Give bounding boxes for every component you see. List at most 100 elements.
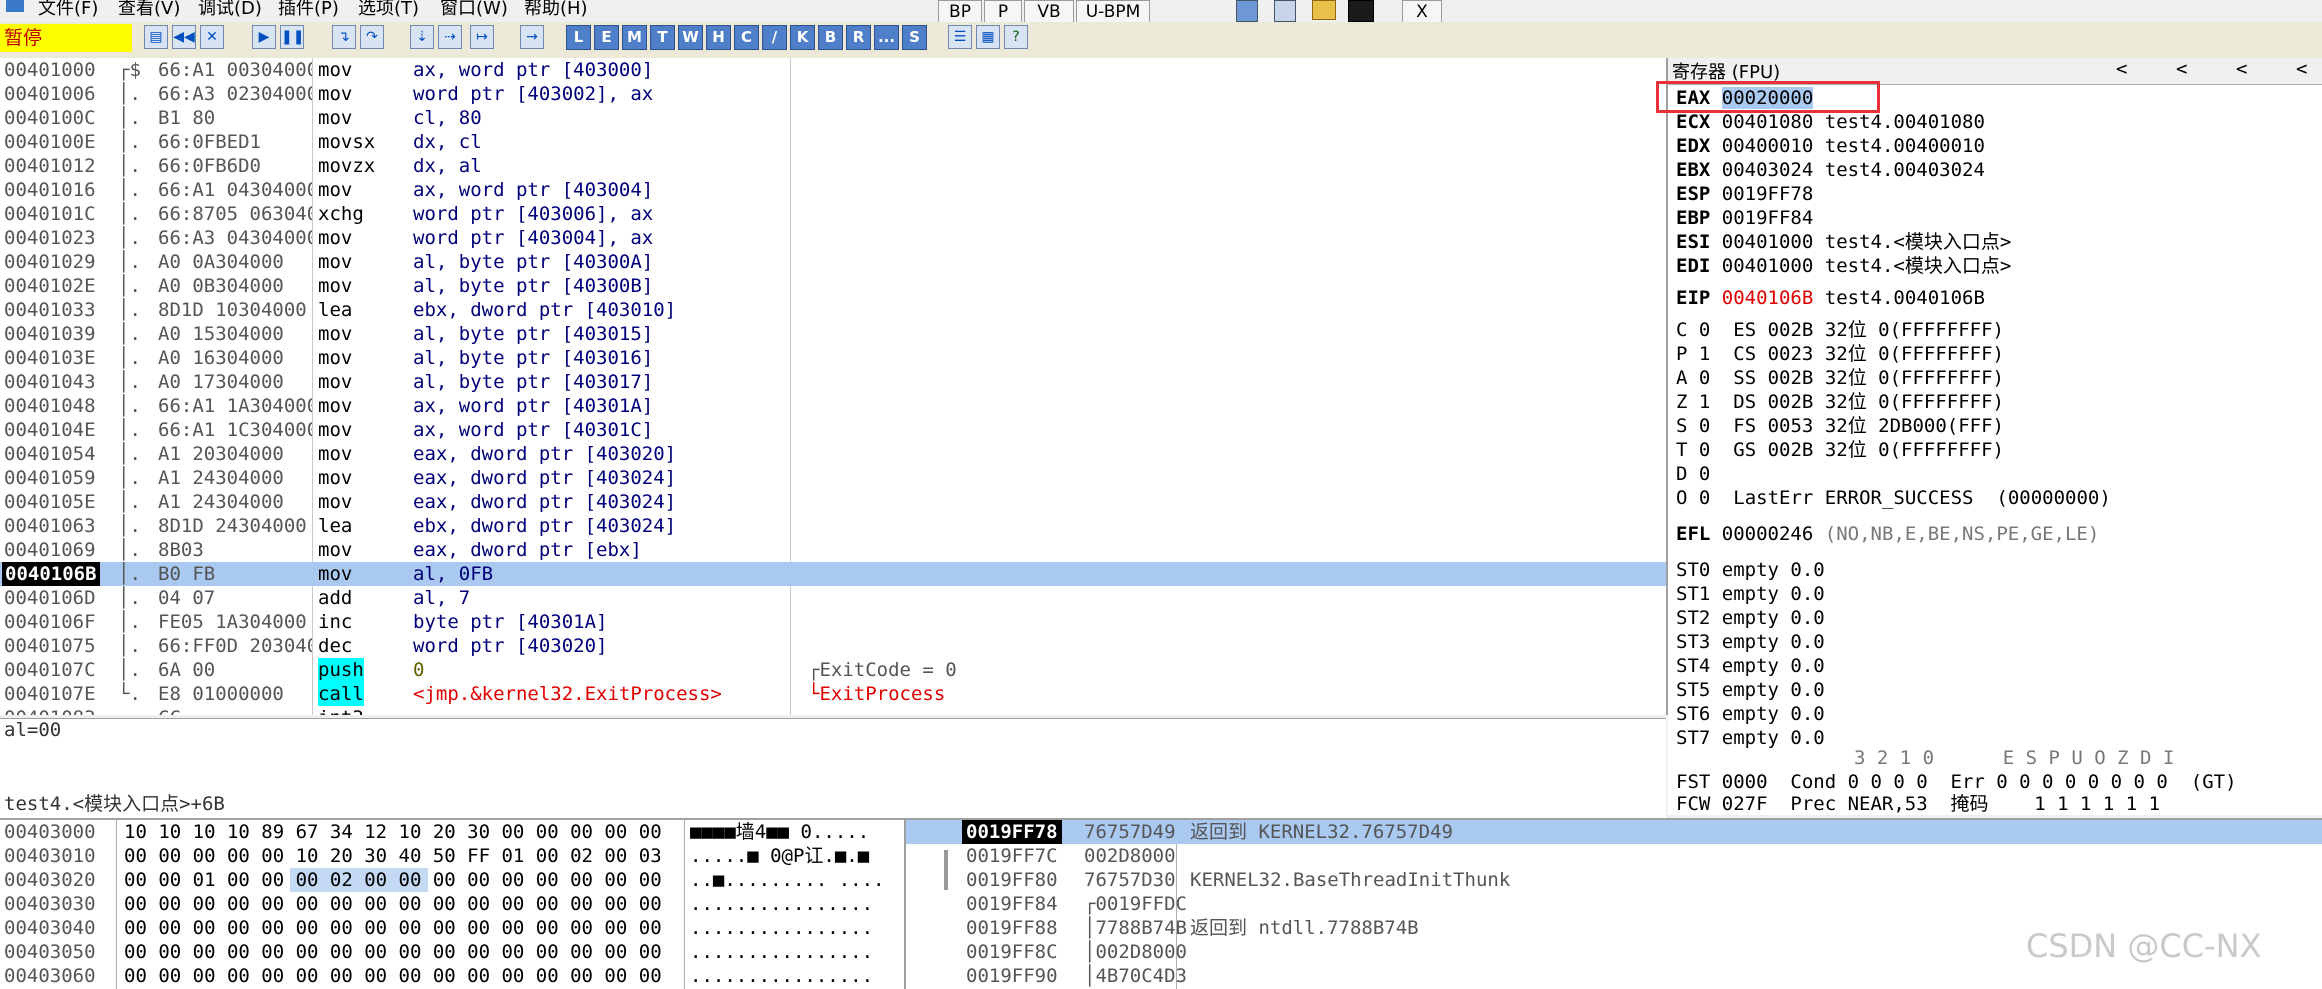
flag-row[interactable]: D 0: [1676, 462, 1768, 486]
disasm-row[interactable]: 0040100C │. B1 80 mov cl, 80: [0, 106, 1666, 130]
trace-into-icon[interactable]: ⇣: [410, 25, 434, 49]
breakpoints-window-button[interactable]: B: [818, 25, 843, 50]
fpu-register-row[interactable]: ST3 empty 0.0: [1676, 630, 1825, 654]
flag-row[interactable]: P 1 CS 0023 32位 0(FFFFFFFF): [1676, 342, 2004, 366]
dump-row[interactable]: 00403010 00 00 00 00 00 10 20 30 40 50 FF…: [0, 844, 904, 868]
run-trace-window-button[interactable]: ...: [874, 25, 899, 50]
disasm-row[interactable]: 00401012 │. 66:0FB6D0 movzx dx, al: [0, 154, 1666, 178]
tab-bp[interactable]: BP: [938, 0, 982, 22]
patches-window-button[interactable]: /: [762, 25, 787, 50]
disasm-row[interactable]: 00401006 │. 66:A3 02304000 mov word ptr [403…: [0, 82, 1666, 106]
disasm-row[interactable]: 0040103E │. A0 16304000 mov al, byte ptr [40…: [0, 346, 1666, 370]
fpu-register-row[interactable]: ST5 empty 0.0: [1676, 678, 1825, 702]
window-icon-1[interactable]: [1236, 0, 1258, 22]
registers-pane[interactable]: 寄存器 (FPU) < < < < EAX 00020000 ECX 00401…: [1668, 58, 2322, 815]
disasm-row[interactable]: 0040107E └. E8 01000000 call <jmp.&kernel32.…: [0, 682, 1666, 706]
menu-window[interactable]: 窗口(W): [440, 0, 508, 20]
menu-help[interactable]: 帮助(H): [524, 0, 588, 20]
execute-till-return-icon[interactable]: ↦: [470, 25, 494, 49]
disasm-row[interactable]: 00401000 ┌$ 66:A1 00304000 mov ax, word ptr …: [0, 58, 1666, 82]
menu-file[interactable]: 文件(F): [38, 0, 98, 20]
restart-icon[interactable]: ◀◀: [172, 25, 196, 49]
disasm-row[interactable]: 00401054 │. A1 20304000 mov eax, dword ptr […: [0, 442, 1666, 466]
menu-plugins[interactable]: 插件(P): [278, 0, 339, 20]
menu-view[interactable]: 查看(V): [118, 0, 180, 20]
fpu-register-row[interactable]: ST6 empty 0.0: [1676, 702, 1825, 726]
register-value[interactable]: 0040106B: [1722, 287, 1814, 309]
disasm-row[interactable]: 00401033 │. 8D1D 10304000 lea ebx, dword ptr…: [0, 298, 1666, 322]
disasm-row[interactable]: 0040104E │. 66:A1 1C304000 mov ax, word ptr …: [0, 418, 1666, 442]
dump-row[interactable]: 00403040 00 00 00 00 00 00 00 00 00 00 00…: [0, 916, 904, 940]
nav-left-icon[interactable]: <: [2296, 58, 2307, 80]
goto-icon[interactable]: →: [520, 25, 544, 49]
close-button[interactable]: X: [1402, 0, 1442, 22]
register-row[interactable]: EDI 00401000 test4.<模块入口点>: [1676, 254, 2011, 278]
register-row[interactable]: EFL 00000246 (NO,NB,E,BE,NS,PE,GE,LE): [1676, 522, 2099, 546]
stack-row[interactable]: 0019FF78 76757D49 返回到 KERNEL32.76757D49: [906, 820, 2322, 844]
help-icon[interactable]: ?: [1004, 25, 1028, 49]
tab-u-bpm[interactable]: U-BPM: [1076, 0, 1150, 22]
disasm-row[interactable]: 0040101C │. 66:8705 06304000 xchg word ptr […: [0, 202, 1666, 226]
disasm-row[interactable]: 00401075 │. 66:FF0D 20304000 dec word ptr [4…: [0, 634, 1666, 658]
dump-row[interactable]: 00403060 00 00 00 00 00 00 00 00 00 00 00…: [0, 964, 904, 988]
step-into-icon[interactable]: ↴: [332, 25, 356, 49]
disasm-row[interactable]: 00401029 │. A0 0A304000 mov al, byte ptr [40…: [0, 250, 1666, 274]
register-row[interactable]: ESI 00401000 test4.<模块入口点>: [1676, 230, 2011, 254]
stack-row[interactable]: 0019FF84 ┌0019FFDC: [906, 892, 2322, 916]
close-debug-icon[interactable]: ✕: [200, 25, 224, 49]
fpu-register-row[interactable]: ST7 empty 0.0: [1676, 726, 1825, 750]
disasm-row[interactable]: 0040106F │. FE05 1A304000 inc byte ptr [4030…: [0, 610, 1666, 634]
disasm-row[interactable]: 00401063 │. 8D1D 24304000 lea ebx, dword ptr…: [0, 514, 1666, 538]
modules-window-button[interactable]: E: [594, 25, 619, 50]
register-row[interactable]: EDX 00400010 test4.00400010: [1676, 134, 1985, 158]
disasm-row[interactable]: 00401043 │. A0 17304000 mov al, byte ptr [40…: [0, 370, 1666, 394]
flag-row[interactable]: S 0 FS 0053 32位 2DB000(FFF): [1676, 414, 2004, 438]
register-value[interactable]: 00403024: [1722, 159, 1814, 181]
dump-row[interactable]: 00403050 00 00 00 00 00 00 00 00 00 00 00…: [0, 940, 904, 964]
register-row[interactable]: ESP 0019FF78: [1676, 182, 1825, 206]
register-row[interactable]: EIP 0040106B test4.0040106B: [1676, 286, 1985, 310]
flag-value[interactable]: 0: [1699, 367, 1710, 389]
stack-row[interactable]: 0019FF80 76757D30 KERNEL32.BaseThreadInitT…: [906, 868, 2322, 892]
memory-window-button[interactable]: M: [622, 25, 647, 50]
tab-vb[interactable]: VB: [1024, 0, 1074, 22]
flag-value[interactable]: 0: [1699, 319, 1710, 341]
nav-left-icon[interactable]: <: [2236, 58, 2247, 80]
trace-over-icon[interactable]: ⇢: [438, 25, 462, 49]
disasm-row[interactable]: 00401069 │. 8B03 mov eax, dword ptr [ebx]: [0, 538, 1666, 562]
disasm-row[interactable]: 0040106B │. B0 FB mov al, 0FB: [0, 562, 1666, 586]
fpu-status-row[interactable]: FST 0000 Cond 0 0 0 0 Err 0 0 0 0 0 0 0 …: [1676, 770, 2237, 794]
disasm-row[interactable]: 00401016 │. 66:A1 04304000 mov ax, word ptr …: [0, 178, 1666, 202]
source-window-button[interactable]: S: [902, 25, 927, 50]
fpu-register-row[interactable]: ST0 empty 0.0: [1676, 558, 1825, 582]
flag-value[interactable]: 0: [1699, 439, 1710, 461]
register-value[interactable]: 00401080: [1722, 111, 1814, 133]
memory-dump-pane[interactable]: 00403000 10 10 10 10 89 67 34 12 10 20 30…: [0, 818, 904, 989]
disassembly-pane[interactable]: 00401000 ┌$ 66:A1 00304000 mov ax, word ptr …: [0, 58, 1668, 715]
windows-window-button[interactable]: W: [678, 25, 703, 50]
flag-row[interactable]: O 0 LastErr ERROR_SUCCESS (00000000): [1676, 486, 2111, 510]
fpu-control-row[interactable]: FCW 027F Prec NEAR,53 掩码 1 1 1 1 1 1: [1676, 792, 2160, 815]
flag-row[interactable]: A 0 SS 002B 32位 0(FFFFFFFF): [1676, 366, 2004, 390]
register-value[interactable]: 0019FF84: [1722, 207, 1814, 229]
disasm-row[interactable]: 00401039 │. A0 15304000 mov al, byte ptr [40…: [0, 322, 1666, 346]
step-over-icon[interactable]: ↷: [360, 25, 384, 49]
register-row[interactable]: ECX 00401080 test4.00401080: [1676, 110, 1985, 134]
fpu-register-row[interactable]: ST4 empty 0.0: [1676, 654, 1825, 678]
threads-window-button[interactable]: T: [650, 25, 675, 50]
run-icon[interactable]: ▶: [252, 25, 276, 49]
disasm-row[interactable]: 0040105E │. A1 24304000 mov eax, dword ptr […: [0, 490, 1666, 514]
list-icon[interactable]: ☰: [948, 25, 972, 49]
folder-icon[interactable]: [1312, 0, 1336, 20]
terminal-icon[interactable]: [1348, 0, 1374, 22]
disasm-row[interactable]: 0040102E │. A0 0B304000 mov al, byte ptr [40…: [0, 274, 1666, 298]
dump-row[interactable]: 00403020 00 00 01 00 00 00 02 00 00 00 00…: [0, 868, 904, 892]
flag-value[interactable]: 0: [1699, 463, 1710, 485]
fpu-register-row[interactable]: ST2 empty 0.0: [1676, 606, 1825, 630]
open-icon[interactable]: ▤: [144, 25, 168, 49]
register-value[interactable]: 0019FF78: [1722, 183, 1814, 205]
disasm-row[interactable]: 00401048 │. 66:A1 1A304000 mov ax, word ptr …: [0, 394, 1666, 418]
register-value[interactable]: 00400010: [1722, 135, 1814, 157]
disasm-row[interactable]: 0040100E │. 66:0FBED1 movsx dx, cl: [0, 130, 1666, 154]
flag-row[interactable]: Z 1 DS 002B 32位 0(FFFFFFFF): [1676, 390, 2004, 414]
